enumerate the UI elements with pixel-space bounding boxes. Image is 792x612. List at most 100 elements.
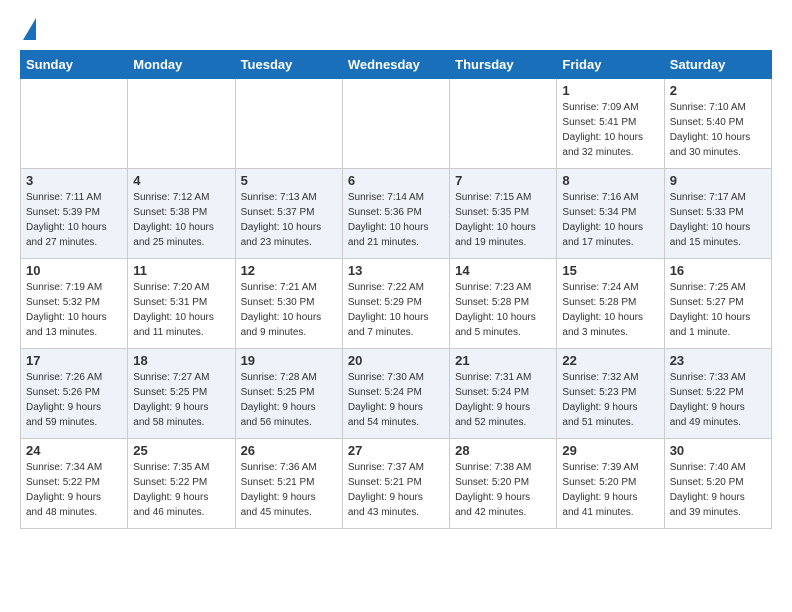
calendar-cell — [21, 79, 128, 169]
day-info: Sunrise: 7:26 AM Sunset: 5:26 PM Dayligh… — [26, 370, 122, 430]
calendar-cell: 8 Sunrise: 7:16 AM Sunset: 5:34 PM Daylig… — [557, 169, 664, 259]
day-number: 3 — [26, 173, 122, 188]
week-row-5: 24 Sunrise: 7:34 AM Sunset: 5:22 PM Dayli… — [21, 439, 772, 529]
day-number: 9 — [670, 173, 766, 188]
day-number: 14 — [455, 263, 551, 278]
day-info: Sunrise: 7:20 AM Sunset: 5:31 PM Dayligh… — [133, 280, 229, 340]
day-info: Sunrise: 7:36 AM Sunset: 5:21 PM Dayligh… — [241, 460, 337, 520]
day-number: 15 — [562, 263, 658, 278]
day-number: 27 — [348, 443, 444, 458]
calendar-cell: 7 Sunrise: 7:15 AM Sunset: 5:35 PM Daylig… — [450, 169, 557, 259]
day-info: Sunrise: 7:39 AM Sunset: 5:20 PM Dayligh… — [562, 460, 658, 520]
week-row-2: 3 Sunrise: 7:11 AM Sunset: 5:39 PM Daylig… — [21, 169, 772, 259]
calendar-cell: 5 Sunrise: 7:13 AM Sunset: 5:37 PM Daylig… — [235, 169, 342, 259]
day-info: Sunrise: 7:13 AM Sunset: 5:37 PM Dayligh… — [241, 190, 337, 250]
calendar-cell: 21Sunrise: 7:31 AM Sunset: 5:24 PM Dayli… — [450, 349, 557, 439]
day-number: 29 — [562, 443, 658, 458]
day-info: Sunrise: 7:35 AM Sunset: 5:22 PM Dayligh… — [133, 460, 229, 520]
calendar-cell: 15 Sunrise: 7:24 AM Sunset: 5:28 PM Dayli… — [557, 259, 664, 349]
day-number: 23 — [670, 353, 766, 368]
day-info: Sunrise: 7:11 AM Sunset: 5:39 PM Dayligh… — [26, 190, 122, 250]
calendar-cell: 26 Sunrise: 7:36 AM Sunset: 5:21 PM Dayli… — [235, 439, 342, 529]
calendar-cell: 14 Sunrise: 7:23 AM Sunset: 5:28 PM Dayli… — [450, 259, 557, 349]
day-number: 7 — [455, 173, 551, 188]
calendar-cell: 25 Sunrise: 7:35 AM Sunset: 5:22 PM Dayli… — [128, 439, 235, 529]
calendar-cell — [235, 79, 342, 169]
calendar-cell: 22 Sunrise: 7:32 AM Sunset: 5:23 PM Dayli… — [557, 349, 664, 439]
col-header-thursday: Thursday — [450, 51, 557, 79]
day-info: Sunrise: 7:16 AM Sunset: 5:34 PM Dayligh… — [562, 190, 658, 250]
day-number: 1 — [562, 83, 658, 98]
day-number: 10 — [26, 263, 122, 278]
calendar-header-row: SundayMondayTuesdayWednesdayThursdayFrid… — [21, 51, 772, 79]
col-header-saturday: Saturday — [664, 51, 771, 79]
day-info: Sunrise: 7:37 AM Sunset: 5:21 PM Dayligh… — [348, 460, 444, 520]
day-info: Sunrise: 7:33 AM Sunset: 5:22 PM Dayligh… — [670, 370, 766, 430]
day-info: Sunrise: 7:27 AM Sunset: 5:25 PM Dayligh… — [133, 370, 229, 430]
day-number: 22 — [562, 353, 658, 368]
day-info: Sunrise: 7:19 AM Sunset: 5:32 PM Dayligh… — [26, 280, 122, 340]
day-info: Sunrise: 7:30 AM Sunset: 5:24 PM Dayligh… — [348, 370, 444, 430]
calendar-cell: 9Sunrise: 7:17 AM Sunset: 5:33 PM Daylig… — [664, 169, 771, 259]
day-number: 26 — [241, 443, 337, 458]
day-number: 5 — [241, 173, 337, 188]
day-number: 4 — [133, 173, 229, 188]
day-number: 11 — [133, 263, 229, 278]
day-info: Sunrise: 7:32 AM Sunset: 5:23 PM Dayligh… — [562, 370, 658, 430]
day-info: Sunrise: 7:28 AM Sunset: 5:25 PM Dayligh… — [241, 370, 337, 430]
week-row-4: 17 Sunrise: 7:26 AM Sunset: 5:26 PM Dayli… — [21, 349, 772, 439]
calendar-cell: 18 Sunrise: 7:27 AM Sunset: 5:25 PM Dayli… — [128, 349, 235, 439]
day-number: 16 — [670, 263, 766, 278]
day-info: Sunrise: 7:10 AM Sunset: 5:40 PM Dayligh… — [670, 100, 766, 160]
col-header-friday: Friday — [557, 51, 664, 79]
calendar-cell — [342, 79, 449, 169]
week-row-3: 10 Sunrise: 7:19 AM Sunset: 5:32 PM Dayli… — [21, 259, 772, 349]
day-info: Sunrise: 7:25 AM Sunset: 5:27 PM Dayligh… — [670, 280, 766, 340]
calendar-cell: 11 Sunrise: 7:20 AM Sunset: 5:31 PM Dayli… — [128, 259, 235, 349]
col-header-wednesday: Wednesday — [342, 51, 449, 79]
day-info: Sunrise: 7:09 AM Sunset: 5:41 PM Dayligh… — [562, 100, 658, 160]
day-info: Sunrise: 7:22 AM Sunset: 5:29 PM Dayligh… — [348, 280, 444, 340]
day-number: 13 — [348, 263, 444, 278]
calendar-cell: 12 Sunrise: 7:21 AM Sunset: 5:30 PM Dayli… — [235, 259, 342, 349]
calendar-cell: 16 Sunrise: 7:25 AM Sunset: 5:27 PM Dayli… — [664, 259, 771, 349]
day-number: 25 — [133, 443, 229, 458]
week-row-1: 1 Sunrise: 7:09 AM Sunset: 5:41 PM Daylig… — [21, 79, 772, 169]
calendar-cell: 3 Sunrise: 7:11 AM Sunset: 5:39 PM Daylig… — [21, 169, 128, 259]
day-info: Sunrise: 7:21 AM Sunset: 5:30 PM Dayligh… — [241, 280, 337, 340]
day-info: Sunrise: 7:24 AM Sunset: 5:28 PM Dayligh… — [562, 280, 658, 340]
day-info: Sunrise: 7:38 AM Sunset: 5:20 PM Dayligh… — [455, 460, 551, 520]
col-header-monday: Monday — [128, 51, 235, 79]
day-info: Sunrise: 7:12 AM Sunset: 5:38 PM Dayligh… — [133, 190, 229, 250]
calendar-cell: 23 Sunrise: 7:33 AM Sunset: 5:22 PM Dayli… — [664, 349, 771, 439]
page-header — [20, 20, 772, 40]
calendar-cell: 10 Sunrise: 7:19 AM Sunset: 5:32 PM Dayli… — [21, 259, 128, 349]
day-number: 17 — [26, 353, 122, 368]
col-header-sunday: Sunday — [21, 51, 128, 79]
day-number: 30 — [670, 443, 766, 458]
day-number: 20 — [348, 353, 444, 368]
day-number: 18 — [133, 353, 229, 368]
day-info: Sunrise: 7:34 AM Sunset: 5:22 PM Dayligh… — [26, 460, 122, 520]
calendar-cell: 24 Sunrise: 7:34 AM Sunset: 5:22 PM Dayli… — [21, 439, 128, 529]
calendar-cell: 27 Sunrise: 7:37 AM Sunset: 5:21 PM Dayli… — [342, 439, 449, 529]
logo — [20, 20, 36, 40]
calendar-cell: 1 Sunrise: 7:09 AM Sunset: 5:41 PM Daylig… — [557, 79, 664, 169]
day-info: Sunrise: 7:14 AM Sunset: 5:36 PM Dayligh… — [348, 190, 444, 250]
day-number: 24 — [26, 443, 122, 458]
day-number: 8 — [562, 173, 658, 188]
day-number: 28 — [455, 443, 551, 458]
day-info: Sunrise: 7:23 AM Sunset: 5:28 PM Dayligh… — [455, 280, 551, 340]
day-number: 12 — [241, 263, 337, 278]
calendar-cell: 20 Sunrise: 7:30 AM Sunset: 5:24 PM Dayli… — [342, 349, 449, 439]
calendar-cell — [128, 79, 235, 169]
calendar-cell: 2 Sunrise: 7:10 AM Sunset: 5:40 PM Daylig… — [664, 79, 771, 169]
day-number: 6 — [348, 173, 444, 188]
calendar-cell: 13 Sunrise: 7:22 AM Sunset: 5:29 PM Dayli… — [342, 259, 449, 349]
calendar-cell: 28 Sunrise: 7:38 AM Sunset: 5:20 PM Dayli… — [450, 439, 557, 529]
day-info: Sunrise: 7:15 AM Sunset: 5:35 PM Dayligh… — [455, 190, 551, 250]
day-number: 2 — [670, 83, 766, 98]
day-number: 21 — [455, 353, 551, 368]
calendar-cell — [450, 79, 557, 169]
calendar-cell: 17 Sunrise: 7:26 AM Sunset: 5:26 PM Dayli… — [21, 349, 128, 439]
